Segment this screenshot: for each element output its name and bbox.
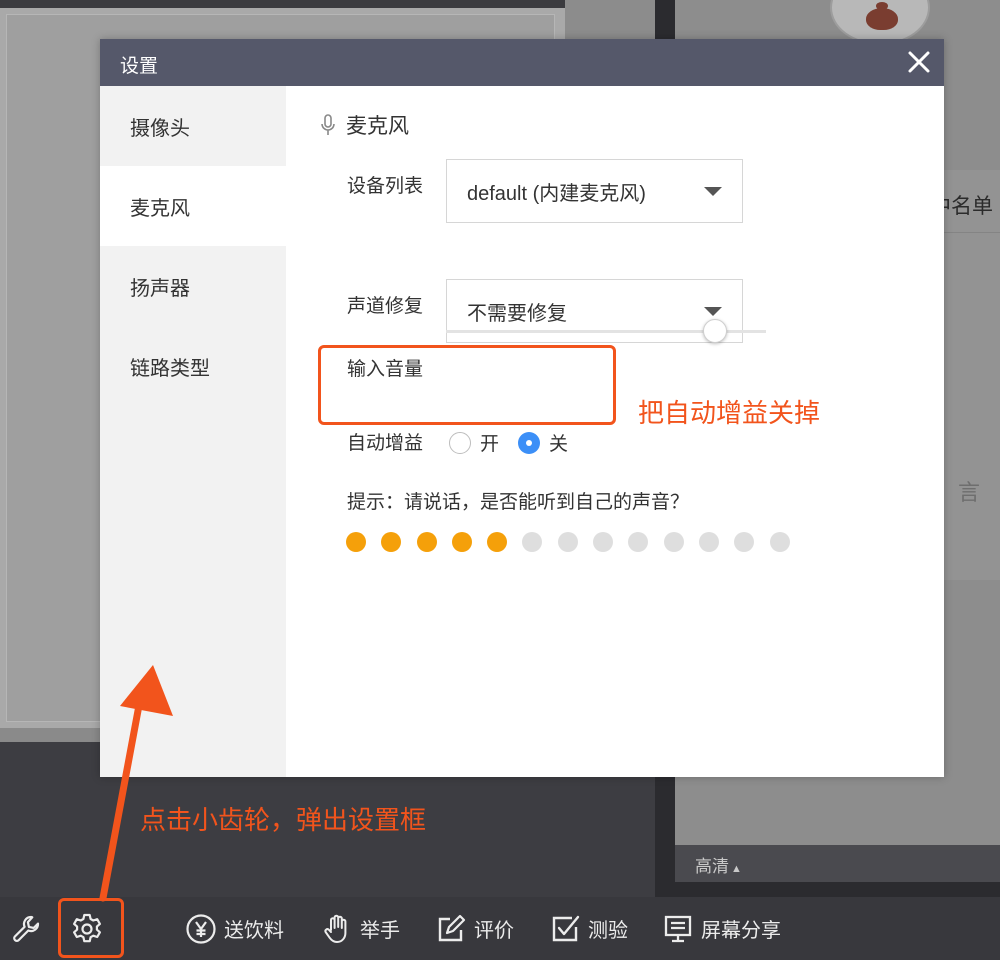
screen-share-icon	[661, 912, 695, 946]
channel-repair-value: 不需要修复	[467, 302, 567, 325]
caret-up-icon: ▲	[731, 863, 742, 875]
device-select[interactable]: default (内建麦克风)	[446, 159, 743, 223]
checkbox-icon	[548, 912, 582, 946]
section-heading: 麦克风	[320, 110, 409, 140]
screen-share-button[interactable]: 屏幕分享	[661, 897, 781, 960]
review-button[interactable]: 评价	[434, 897, 514, 960]
level-dot	[769, 532, 790, 552]
auto-gain-off-label: 关	[549, 434, 569, 455]
bottom-toolbar: 送饮料 举手 评价 测验 屏幕分享	[0, 897, 1000, 960]
sidebar-item-microphone[interactable]: 麦克风	[100, 166, 286, 246]
auto-gain-on-label: 开	[480, 434, 500, 455]
hint-text: 提示：请说话，是否能听到自己的声音？	[347, 492, 690, 513]
quality-bar[interactable]: 高清 ▲	[675, 845, 1000, 882]
auto-gain-on-radio[interactable]: 开	[449, 429, 499, 456]
device-list-label: 设备列表	[347, 176, 424, 197]
level-dot	[663, 532, 684, 552]
volume-slider-handle[interactable]	[702, 319, 727, 343]
auto-gain-off-radio[interactable]: 关	[518, 429, 568, 456]
wrench-button[interactable]	[10, 897, 50, 960]
sidebar-item-camera[interactable]: 摄像头	[100, 86, 286, 166]
dialog-title: 设置	[120, 56, 159, 77]
raise-hand-button[interactable]: 举手	[320, 897, 400, 960]
level-dot	[734, 532, 755, 552]
chevron-down-icon	[704, 187, 722, 196]
level-dot-lit	[381, 532, 402, 552]
speak-placeholder: 言	[958, 480, 981, 505]
level-dot-lit	[451, 532, 472, 552]
sidebar-item-speaker[interactable]: 扬声器	[100, 246, 286, 326]
send-drink-label: 送饮料	[224, 920, 284, 942]
mic-level-meter	[346, 532, 805, 552]
auto-gain-highlight-box	[318, 345, 616, 425]
level-dot-lit	[416, 532, 437, 552]
level-dot	[628, 532, 649, 552]
microphone-panel: 麦克风 设备列表 default (内建麦克风) 声道修复 不需要修复 输入音量…	[286, 86, 944, 777]
auto-gain-label: 自动增益	[347, 433, 424, 454]
level-dot	[522, 532, 543, 552]
level-dot	[698, 532, 719, 552]
wrench-icon	[10, 912, 44, 946]
yen-coin-icon	[184, 912, 218, 946]
device-select-value: default (内建麦克风)	[467, 182, 646, 205]
radio-circle	[449, 431, 471, 454]
settings-sidebar: 摄像头 麦克风 扬声器 链路类型	[100, 86, 286, 777]
quiz-label: 测验	[588, 920, 628, 942]
radio-circle	[518, 431, 540, 454]
chevron-down-icon	[704, 307, 722, 316]
hand-icon	[320, 912, 354, 946]
gear-highlight-box	[58, 898, 124, 958]
section-title: 麦克风	[346, 115, 409, 138]
sidebar-item-link-type[interactable]: 链路类型	[100, 326, 286, 406]
quality-label[interactable]: 高清 ▲	[695, 852, 742, 877]
close-icon	[908, 51, 930, 73]
level-dot	[593, 532, 614, 552]
microphone-icon	[321, 114, 335, 135]
level-dot-lit	[487, 532, 508, 552]
raise-hand-label: 举手	[360, 920, 400, 942]
review-label: 评价	[474, 920, 514, 942]
channel-repair-label: 声道修复	[347, 296, 424, 317]
level-dot	[557, 532, 578, 552]
annotation-gain-note: 把自动增益关掉	[638, 398, 821, 428]
send-drink-button[interactable]: 送饮料	[184, 897, 284, 960]
close-button[interactable]	[906, 49, 932, 75]
top-bar	[0, 0, 655, 8]
dialog-header: 设置	[100, 39, 944, 86]
channel-repair-select[interactable]: 不需要修复	[446, 279, 743, 343]
annotation-gear-note: 点击小齿轮，弹出设置框	[140, 805, 427, 835]
quiz-button[interactable]: 测验	[548, 897, 628, 960]
screen-share-label: 屏幕分享	[701, 920, 781, 942]
level-dot-lit	[346, 532, 366, 552]
edit-icon	[434, 912, 468, 946]
